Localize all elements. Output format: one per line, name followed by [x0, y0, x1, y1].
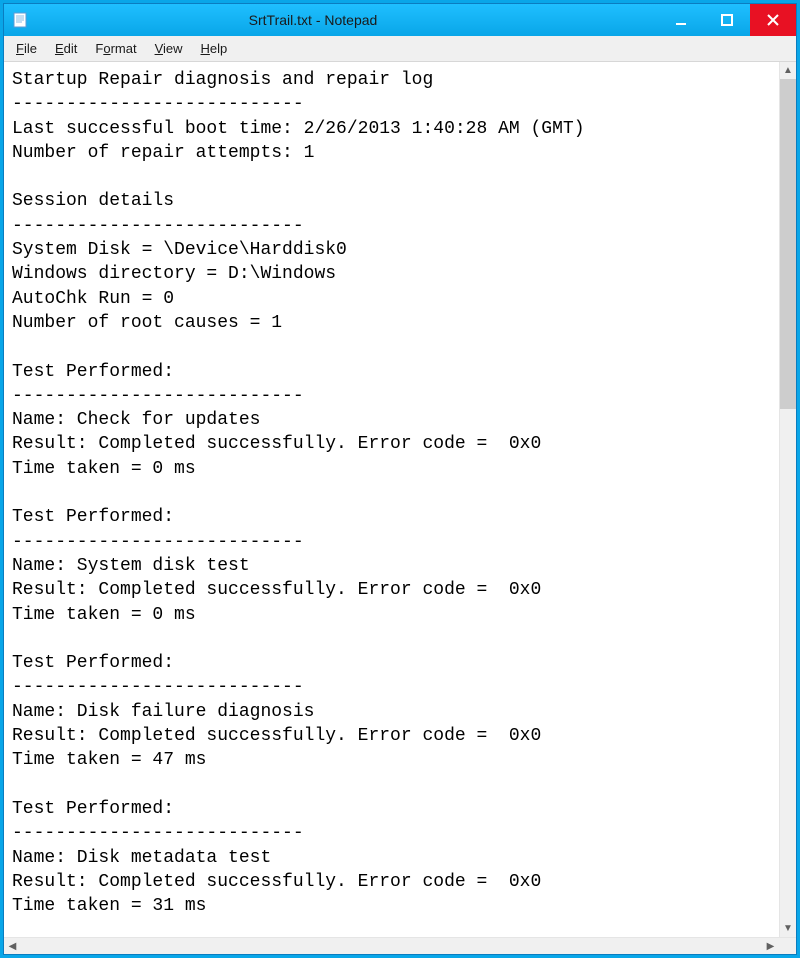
menu-format-label: rmat: [111, 41, 137, 56]
scroll-down-arrow-icon[interactable]: ▼: [780, 920, 796, 937]
text-editor[interactable]: Startup Repair diagnosis and repair log …: [4, 62, 779, 937]
notepad-window: SrtTrail.txt - Notepad File Edit Format …: [3, 3, 797, 955]
vertical-scroll-track[interactable]: [780, 79, 796, 920]
window-title: SrtTrail.txt - Notepad: [28, 12, 598, 28]
scroll-right-arrow-icon[interactable]: ▶: [762, 938, 779, 954]
menubar: File Edit Format View Help: [4, 36, 796, 62]
menu-file[interactable]: File: [8, 39, 45, 58]
maximize-button[interactable]: [704, 4, 750, 36]
content-area: Startup Repair diagnosis and repair log …: [4, 62, 796, 937]
minimize-button[interactable]: [658, 4, 704, 36]
vertical-scroll-thumb[interactable]: [780, 79, 796, 409]
window-controls: [658, 4, 796, 36]
menu-help[interactable]: Help: [193, 39, 236, 58]
vertical-scrollbar[interactable]: ▲ ▼: [779, 62, 796, 937]
scroll-corner: [779, 938, 796, 954]
menu-edit-label: dit: [64, 41, 78, 56]
menu-view[interactable]: View: [147, 39, 191, 58]
horizontal-scrollbar[interactable]: ◀ ▶: [4, 937, 796, 954]
menu-file-label: ile: [24, 41, 37, 56]
menu-help-label: elp: [210, 41, 227, 56]
menu-edit[interactable]: Edit: [47, 39, 85, 58]
close-button[interactable]: [750, 4, 796, 36]
horizontal-scroll-track[interactable]: [21, 938, 762, 954]
scroll-left-arrow-icon[interactable]: ◀: [4, 938, 21, 954]
scroll-up-arrow-icon[interactable]: ▲: [780, 62, 796, 79]
menu-view-label: iew: [163, 41, 183, 56]
menu-format[interactable]: Format: [87, 39, 144, 58]
notepad-icon: [12, 12, 28, 28]
titlebar[interactable]: SrtTrail.txt - Notepad: [4, 4, 796, 36]
